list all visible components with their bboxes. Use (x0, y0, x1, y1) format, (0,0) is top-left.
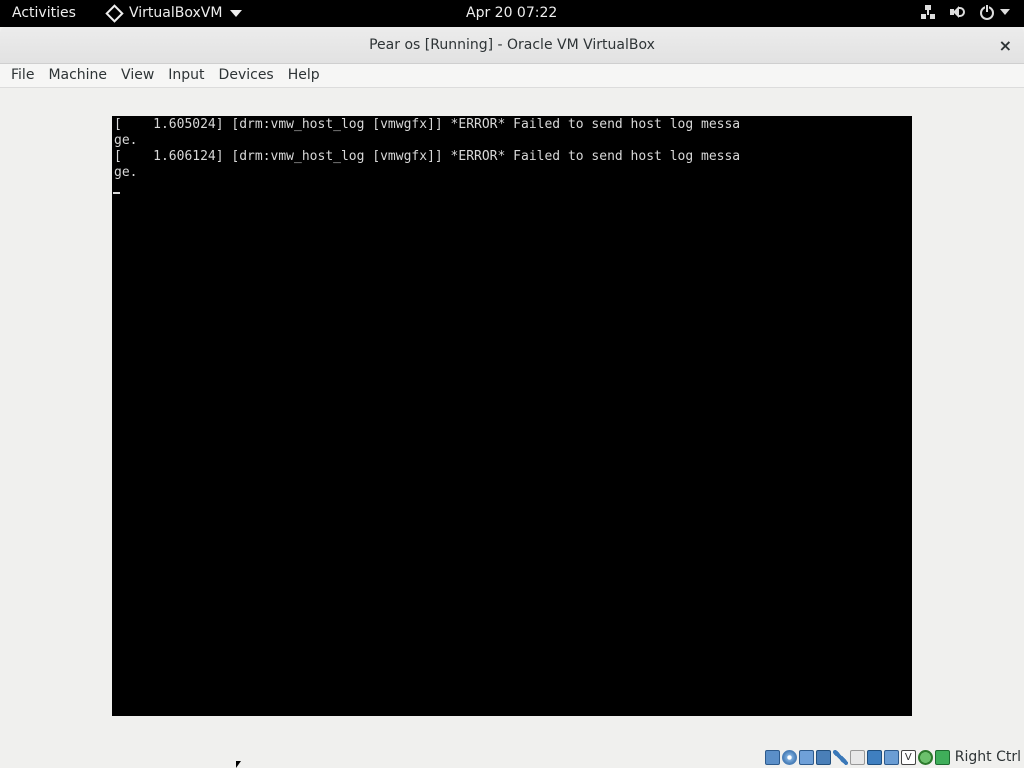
mouse-integration-icon[interactable] (917, 749, 933, 765)
console-output: [ 1.605024] [drm:vmw_host_log [vmwgfx]] … (114, 117, 740, 181)
console-line: [ 1.606124] [drm:vmw_host_log [vmwgfx]] … (114, 149, 741, 164)
menu-file[interactable]: File (0, 64, 41, 87)
recording-icon[interactable] (883, 749, 899, 765)
console-line: ge. (114, 133, 138, 148)
virtualbox-app-icon (105, 3, 124, 23)
network-icon (920, 4, 936, 20)
system-tray[interactable] (920, 4, 1010, 20)
keyboard-icon[interactable] (934, 749, 950, 765)
shared-folders-icon[interactable] (849, 749, 865, 765)
hard-disk-icon[interactable] (764, 749, 780, 765)
network-adapter-icon[interactable] (815, 749, 831, 765)
menu-input[interactable]: Input (161, 64, 211, 87)
menu-view[interactable]: View (114, 64, 161, 87)
clock[interactable]: Apr 20 07:22 (466, 5, 557, 21)
status-bar: V Right Ctrl (764, 747, 1021, 767)
host-key-label[interactable]: Right Ctrl (955, 749, 1021, 765)
app-menu[interactable]: VirtualBoxVM (105, 3, 243, 23)
volume-icon (950, 4, 966, 20)
audio-icon[interactable] (798, 749, 814, 765)
optical-drive-icon[interactable] (781, 749, 797, 765)
display-icon[interactable] (866, 749, 882, 765)
tray-chevron-down-icon (1000, 9, 1010, 15)
app-menu-label: VirtualBoxVM (129, 5, 223, 21)
menu-help[interactable]: Help (281, 64, 327, 87)
window-title: Pear os [Running] - Oracle VM VirtualBox (369, 37, 655, 53)
console-line: [ 1.605024] [drm:vmw_host_log [vmwgfx]] … (114, 117, 741, 132)
power-icon (980, 4, 994, 20)
vm-display[interactable]: [ 1.605024] [drm:vmw_host_log [vmwgfx]] … (112, 116, 912, 716)
mouse-pointer-icon (236, 761, 241, 768)
text-cursor (113, 192, 120, 194)
usb-icon[interactable] (832, 749, 848, 765)
menu-devices[interactable]: Devices (212, 64, 281, 87)
close-window-button[interactable]: × (999, 36, 1012, 55)
window-titlebar[interactable]: Pear os [Running] - Oracle VM VirtualBox… (0, 27, 1024, 64)
virtualization-icon[interactable]: V (900, 749, 916, 765)
activities-button[interactable]: Activities (12, 5, 76, 21)
chevron-down-icon (230, 9, 243, 17)
console-line: ge. (114, 165, 138, 180)
menu-bar: File Machine View Input Devices Help (0, 64, 1024, 88)
gnome-top-bar: Activities VirtualBoxVM Apr 20 07:22 (0, 0, 1024, 27)
menu-machine[interactable]: Machine (41, 64, 114, 87)
